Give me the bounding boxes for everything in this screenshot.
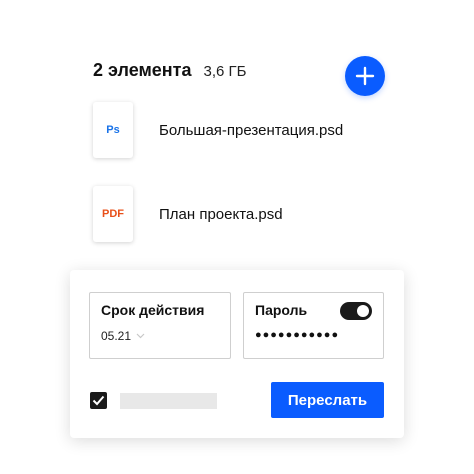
checkmark-icon bbox=[92, 395, 105, 406]
chevron-down-icon bbox=[136, 333, 145, 339]
toggle-knob bbox=[357, 305, 369, 317]
add-file-button[interactable] bbox=[345, 56, 385, 96]
file-type-badge: PDF bbox=[102, 208, 124, 220]
transfer-summary: 2 элемента 3,6 ГБ bbox=[93, 60, 247, 88]
expiry-field[interactable]: Срок действия 05.21 bbox=[89, 292, 231, 359]
password-label: Пароль bbox=[255, 302, 308, 318]
pdf-file-icon: PDF bbox=[93, 186, 133, 242]
send-button[interactable]: Переслать bbox=[271, 382, 384, 418]
checkbox-label-placeholder bbox=[120, 393, 217, 409]
file-item[interactable]: PDF План проекта.psd bbox=[93, 186, 283, 242]
total-size: 3,6 ГБ bbox=[203, 63, 247, 80]
expiry-label: Срок действия bbox=[101, 302, 205, 318]
password-value[interactable]: ●●●●●●●●●●● bbox=[255, 329, 339, 341]
photoshop-file-icon: Ps bbox=[93, 102, 133, 158]
file-item[interactable]: Ps Большая-презентация.psd bbox=[93, 102, 343, 158]
plus-icon bbox=[355, 66, 375, 86]
file-type-badge: Ps bbox=[106, 124, 120, 136]
transfer-options-panel: Срок действия 05.21 Пароль ●●●●●●●●●●● П… bbox=[70, 270, 404, 438]
item-count: 2 элемента bbox=[93, 60, 192, 80]
password-toggle[interactable] bbox=[340, 302, 372, 320]
password-field[interactable]: Пароль ●●●●●●●●●●● bbox=[243, 292, 384, 359]
expiry-value: 05.21 bbox=[101, 329, 132, 343]
option-checkbox[interactable] bbox=[90, 392, 107, 409]
expiry-select[interactable]: 05.21 bbox=[101, 329, 145, 343]
file-name: План проекта.psd bbox=[159, 205, 283, 223]
file-name: Большая-презентация.psd bbox=[159, 121, 344, 139]
